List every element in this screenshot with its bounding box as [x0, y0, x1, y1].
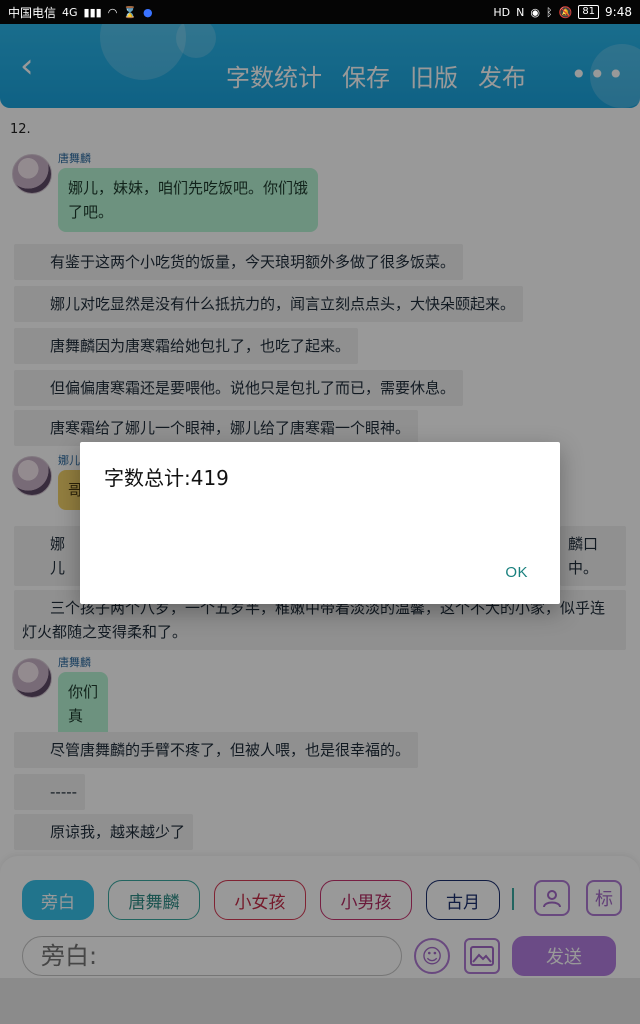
dialog-title: 字数总计:419 [104, 466, 229, 490]
clock: 9:48 [605, 5, 632, 19]
wifi-icon: ◠ [107, 5, 118, 19]
hourglass-icon: ⌛ [123, 5, 138, 19]
signal-icon: ▮▮▮ [83, 5, 102, 19]
hd-icon: HD [493, 5, 511, 19]
network-type-label: 4G [62, 5, 78, 19]
nfc-icon: N [516, 5, 525, 19]
word-count-dialog: 字数总计:419 OK [80, 442, 560, 604]
carrier-label: 中国电信 [8, 5, 57, 20]
app-notification-icon: ● [143, 5, 153, 19]
mute-icon: 🔕 [558, 5, 573, 19]
ok-button[interactable]: OK [505, 564, 528, 581]
bluetooth-icon: ᛒ [546, 5, 553, 19]
battery-indicator: 81 [578, 5, 600, 19]
eye-icon: ◉ [530, 5, 540, 19]
status-bar: 中国电信 4G ▮▮▮ ◠ ⌛ ● HD N ◉ ᛒ 🔕 81 9:48 [0, 0, 640, 24]
